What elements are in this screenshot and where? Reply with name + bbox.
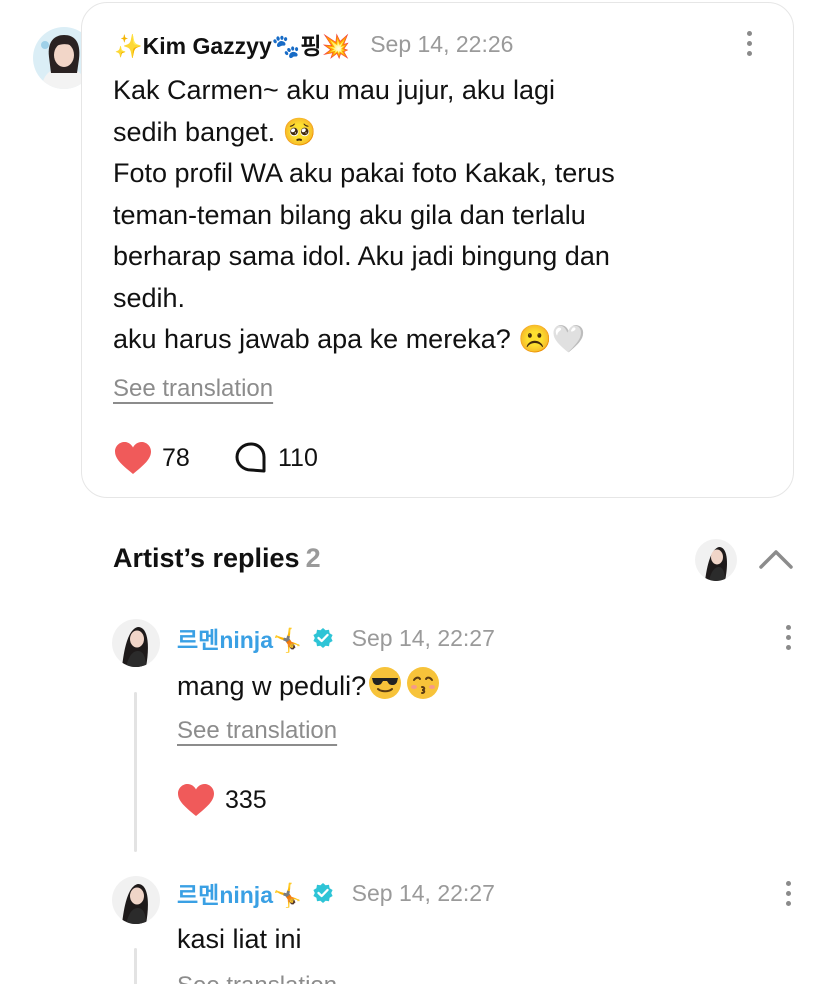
see-translation-link[interactable]: See translation [113,375,273,403]
thread-line [134,948,137,984]
artist-replies-count: 2 [305,543,321,573]
see-translation-link[interactable]: See translation [177,717,337,745]
reply-timestamp: Sep 14, 22:27 [351,879,495,906]
artist-replies-header: Artist’s replies 2 [113,543,321,574]
post-body-text: Kak Carmen~ aku mau jujur, aku lagi sedi… [113,75,615,354]
sunglasses-emoji-icon [368,666,402,707]
comment-count: 110 [278,443,318,472]
thread-line [134,692,137,852]
more-vertical-icon[interactable] [778,878,798,908]
reply-text: mang w peduli? [177,666,440,707]
artist-replies-title: Artist’s replies [113,543,300,573]
reply-like-count: 335 [225,785,267,814]
comment-bubble-icon[interactable] [234,441,268,475]
see-translation-link[interactable]: See translation [177,972,337,984]
more-vertical-icon[interactable] [778,622,798,652]
kissing-emoji-icon [406,666,440,707]
more-vertical-icon[interactable] [739,28,759,58]
heart-icon[interactable] [177,783,215,817]
artist-avatar-small[interactable] [695,539,737,581]
post-header: ✨Kim Gazzyy🐾핑💥 Sep 14, 22:26 [114,27,514,61]
reply-header: 르멘ninja🤸 Sep 14, 22:27 [177,621,495,655]
reply-username[interactable]: 르멘ninja🤸 [177,876,302,910]
comment-stat[interactable]: 110 [234,440,318,476]
artist-avatar[interactable] [112,619,160,667]
post-card: ✨Kim Gazzyy🐾핑💥 Sep 14, 22:26 Kak Carmen~… [81,2,794,498]
reply-text: kasi liat ini [177,924,302,954]
chevron-up-icon[interactable] [759,547,793,571]
reply-text-content: mang w peduli? [177,670,367,701]
reply-timestamp: Sep 14, 22:27 [351,624,495,651]
like-count: 78 [162,443,190,472]
heart-icon[interactable] [114,441,152,475]
reply-like-stat[interactable]: 335 [177,782,267,818]
artist-avatar[interactable] [112,876,160,924]
post-username[interactable]: ✨Kim Gazzyy🐾핑💥 [114,27,350,61]
reply-header: 르멘ninja🤸 Sep 14, 22:27 [177,876,495,910]
reply-username[interactable]: 르멘ninja🤸 [177,621,302,655]
post-timestamp: Sep 14, 22:26 [370,30,514,57]
like-stat[interactable]: 78 [114,440,190,476]
verified-badge-icon [312,627,334,649]
verified-badge-icon [312,882,334,904]
